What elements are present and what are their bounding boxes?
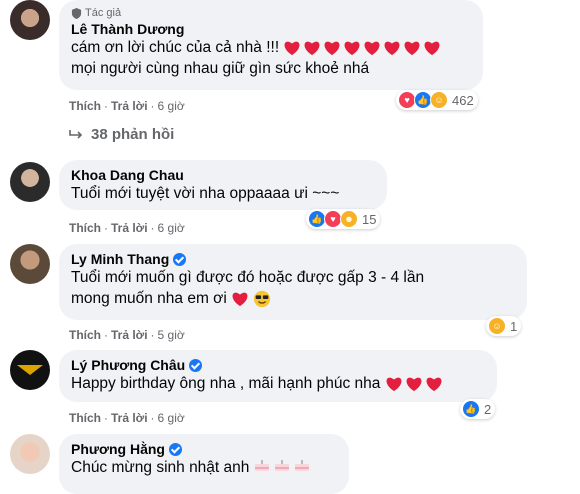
reaction-count: 462	[452, 92, 474, 108]
reply-link[interactable]: Trả lời	[111, 328, 148, 342]
reaction-summary[interactable]: ☺ 1	[486, 316, 522, 336]
comment-bubble: Khoa Dang Chau Tuổi mới tuyệt vời nha op…	[59, 160, 387, 210]
care-icon: ☺	[488, 317, 506, 335]
reaction-summary[interactable]: 👍 ♥ ☻ 15	[306, 209, 381, 229]
reaction-summary[interactable]: ♥ 👍 ☺ 462	[396, 90, 478, 110]
shield-icon	[71, 7, 82, 19]
like-link[interactable]: Thích	[69, 99, 101, 113]
heart-emoji-icon	[285, 41, 300, 56]
commenter-name-text[interactable]: Phương Hằng	[71, 441, 165, 457]
author-badge: Tác giả	[71, 7, 471, 19]
heart-emoji-icon	[405, 41, 420, 56]
cake-icon	[254, 460, 269, 471]
reaction-count: 15	[362, 211, 377, 227]
commenter-name-text[interactable]: Khoa Dang Chau	[71, 167, 184, 183]
comment-bubble: Lý Phương Châu Happy birthday ông nha , …	[59, 350, 497, 402]
comment-actions: Thích · Trả lời · 6 giờ	[69, 221, 185, 235]
commenter-name-text[interactable]: Lý Phương Châu	[71, 357, 185, 373]
heart-emojis	[283, 39, 443, 56]
heart-emoji-icon	[305, 41, 320, 56]
heart-emoji-icon	[345, 41, 360, 56]
avatar[interactable]	[10, 434, 50, 474]
heart-emoji-icon	[385, 41, 400, 56]
avatar[interactable]	[10, 244, 50, 284]
comment-text: Tuổi mới tuyệt vời nha oppaaaa ưi ~~~	[71, 185, 340, 202]
like-link[interactable]: Thích	[69, 328, 101, 342]
replies-label[interactable]: 38 phản hồi	[91, 126, 174, 143]
heart-emojis	[385, 375, 445, 392]
heart-emoji-icon	[325, 41, 340, 56]
heart-emoji-icon	[426, 377, 442, 392]
like-link[interactable]: Thích	[69, 221, 101, 235]
author-tag-label: Tác giả	[85, 7, 122, 19]
heart-emoji-icon	[365, 41, 380, 56]
like-icon: 👍	[462, 400, 480, 418]
comment-line-2-wrap: mong muốn nha em ơi	[71, 288, 515, 309]
comment-line-1: cám ơn lời chúc của cả nhà !!!	[71, 39, 280, 56]
view-replies-link[interactable]: 38 phản hồi	[69, 126, 174, 143]
avatar[interactable]	[10, 162, 50, 202]
commenter-name[interactable]: Ly Minh Thang	[71, 251, 515, 267]
comment-line-2: mọi người cùng nhau giữ gìn sức khoẻ nhá	[71, 60, 370, 77]
commenter-name[interactable]: Phương Hằng	[71, 441, 337, 457]
commenter-name[interactable]: Khoa Dang Chau	[71, 167, 375, 183]
comment-bubble: Tác giả Lê Thành Dương cám ơn lời chúc c…	[59, 0, 483, 90]
timestamp[interactable]: 6 giờ	[158, 221, 185, 235]
commenter-name-text[interactable]: Lê Thành Dương	[71, 21, 184, 37]
heart-emoji-icon	[406, 377, 422, 392]
sunglasses-emoji-icon	[254, 290, 271, 308]
avatar[interactable]	[10, 350, 50, 390]
heart-emoji-icon	[232, 292, 248, 307]
verified-badge-icon	[189, 358, 203, 372]
heart-emoji-icon	[386, 377, 402, 392]
cake-icon	[275, 460, 290, 471]
commenter-name[interactable]: Lý Phương Châu	[71, 357, 485, 373]
comment-text: cám ơn lời chúc của cả nhà !!!	[71, 37, 471, 58]
commenter-name-text[interactable]: Ly Minh Thang	[71, 251, 169, 267]
reply-link[interactable]: Trả lời	[111, 99, 148, 113]
reaction-count: 2	[484, 401, 492, 417]
haha-icon: ☻	[340, 210, 358, 228]
reply-link[interactable]: Trả lời	[111, 221, 148, 235]
comment-bubble: Ly Minh Thang Tuổi mới muốn gì được đó h…	[59, 244, 527, 320]
reaction-summary[interactable]: 👍 2	[460, 399, 496, 419]
comment-line-2: mong muốn nha em ơi	[71, 290, 227, 307]
timestamp[interactable]: 5 giờ	[158, 328, 185, 342]
comment-line-1: Tuổi mới muốn gì được đó hoặc được gấp 3…	[71, 269, 425, 286]
cake-icon	[295, 460, 310, 471]
care-icon: ☺	[430, 91, 448, 109]
comment-text: Happy birthday ông nha , mãi hạnh phúc n…	[71, 373, 485, 394]
timestamp[interactable]: 6 giờ	[158, 411, 185, 425]
comment-actions: Thích · Trả lời · 5 giờ	[69, 328, 185, 342]
logo-icon	[17, 365, 43, 375]
comment-bubble: Phương Hằng Chúc mừng sinh nhật anh	[59, 434, 349, 494]
commenter-name[interactable]: Lê Thành Dương	[71, 21, 471, 37]
reaction-count: 1	[510, 318, 518, 334]
avatar[interactable]	[10, 0, 50, 40]
reply-link[interactable]: Trả lời	[111, 411, 148, 425]
like-link[interactable]: Thích	[69, 411, 101, 425]
comment-actions: Thích · Trả lời · 6 giờ	[69, 99, 185, 113]
comment-line-1: Happy birthday ông nha , mãi hạnh phúc n…	[71, 375, 381, 392]
comment-actions: Thích · Trả lời · 6 giờ	[69, 411, 185, 425]
verified-badge-icon	[173, 252, 187, 266]
heart-emoji-icon	[425, 41, 440, 56]
comment-line-1: Chúc mừng sinh nhật anh	[71, 459, 250, 476]
comment-text: Chúc mừng sinh nhật anh	[71, 457, 337, 478]
cake-emojis	[254, 459, 311, 476]
timestamp[interactable]: 6 giờ	[158, 99, 185, 113]
reply-arrow-icon	[69, 129, 83, 139]
verified-badge-icon	[168, 442, 182, 456]
